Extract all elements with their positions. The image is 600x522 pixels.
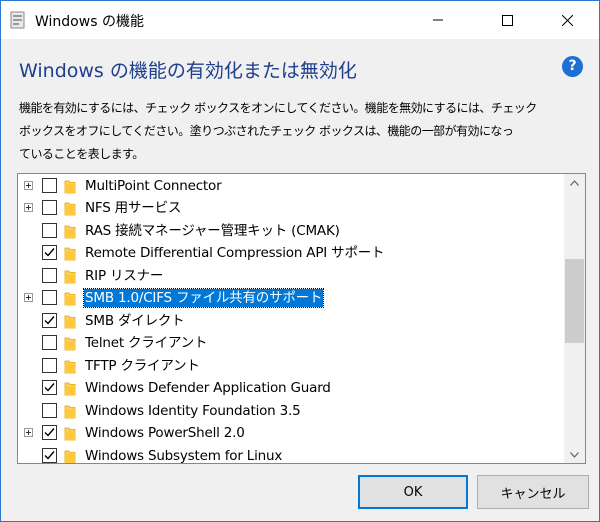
feature-label: Windows PowerShell 2.0	[85, 425, 245, 441]
feature-row[interactable]: Windows Identity Foundation 3.5	[18, 400, 564, 423]
feature-row[interactable]: RIP リスナー	[18, 265, 564, 288]
folder-icon	[64, 179, 76, 194]
feature-row[interactable]: NFS 用サービス	[18, 197, 564, 220]
folder-icon	[64, 224, 76, 239]
feature-checkbox[interactable]	[42, 290, 57, 305]
checkmark-icon	[44, 383, 55, 392]
feature-checkbox[interactable]	[42, 245, 57, 260]
description-line: 機能を有効にするには、チェック ボックスをオンにしてください。機能を無効にするに…	[19, 101, 537, 115]
maximize-icon	[501, 14, 513, 26]
feature-checkbox[interactable]	[42, 447, 57, 463]
scroll-up-button[interactable]	[564, 174, 585, 191]
expand-icon[interactable]	[24, 203, 33, 212]
feature-checkbox[interactable]	[42, 177, 57, 193]
close-button[interactable]	[544, 1, 590, 39]
feature-checkbox[interactable]	[42, 402, 57, 418]
title-bar[interactable]: Windows の機能	[1, 1, 599, 39]
feature-label: Windows Defender Application Guard	[85, 380, 331, 396]
feature-row[interactable]: Windows PowerShell 2.0	[18, 422, 564, 445]
minimize-icon	[433, 19, 443, 21]
feature-label: SMB ダイレクト	[85, 312, 185, 329]
close-icon	[561, 14, 573, 26]
feature-label: TFTP クライアント	[85, 357, 200, 374]
scroll-thumb[interactable]	[565, 259, 584, 343]
expand-icon[interactable]	[24, 428, 33, 437]
folder-icon	[64, 246, 76, 261]
app-icon	[10, 11, 25, 29]
maximize-button[interactable]	[484, 1, 530, 39]
feature-row[interactable]: Windows Subsystem for Linux	[18, 445, 564, 464]
windows-features-dialog: Windows の機能 Windows の機能の有効化または無効化 ? 機能を有…	[0, 0, 600, 522]
folder-icon	[64, 449, 76, 464]
description-line: ボックスをオフにしてください。塗りつぶされたチェック ボックスは、機能の一部が有…	[19, 124, 514, 138]
window-title: Windows の機能	[35, 14, 144, 30]
folder-icon	[64, 201, 76, 216]
description-line: ていることを表します。	[19, 147, 144, 161]
feature-checkbox[interactable]	[42, 335, 57, 350]
feature-checkbox[interactable]	[42, 425, 57, 440]
feature-row[interactable]: Telnet クライアント	[18, 332, 564, 355]
feature-label: Remote Differential Compression API サポート	[85, 245, 385, 261]
feature-row[interactable]: MultiPoint Connector	[18, 175, 564, 198]
folder-icon	[64, 269, 76, 284]
folder-icon	[64, 381, 76, 396]
feature-label: Windows Subsystem for Linux	[85, 447, 283, 464]
features-list: MultiPoint Connector NFS 用サービス RAS 接続マネージャ…	[18, 174, 564, 463]
checkmark-icon	[44, 315, 55, 325]
feature-row[interactable]: Windows Defender Application Guard	[18, 377, 564, 400]
features-tree[interactable]: MultiPoint Connector NFS 用サービス RAS 接続マネージャ…	[17, 173, 586, 464]
chevron-up-icon	[570, 179, 579, 186]
feature-checkbox[interactable]	[42, 380, 57, 395]
feature-label: Telnet クライアント	[85, 335, 208, 351]
scroll-down-button[interactable]	[564, 446, 585, 463]
feature-label: Windows Identity Foundation 3.5	[85, 402, 301, 419]
feature-row[interactable]: RAS 接続マネージャー管理キット (CMAK)	[18, 220, 564, 243]
feature-row[interactable]: SMB ダイレクト	[18, 310, 564, 333]
description: 機能を有効にするには、チェック ボックスをオンにしてください。機能を無効にするに…	[19, 97, 589, 166]
checkmark-icon	[44, 248, 55, 257]
checkmark-icon	[44, 450, 55, 460]
expand-icon[interactable]	[24, 180, 33, 190]
chevron-down-icon	[570, 451, 579, 458]
vertical-scrollbar[interactable]	[564, 174, 585, 463]
feature-row[interactable]: SMB 1.0/CIFS ファイル共有のサポート	[18, 287, 564, 310]
feature-row[interactable]: Remote Differential Compression API サポート	[18, 242, 564, 265]
folder-icon	[64, 404, 76, 419]
help-icon[interactable]: ?	[562, 56, 583, 77]
folder-icon	[64, 359, 76, 374]
feature-checkbox[interactable]	[42, 357, 57, 373]
feature-label: NFS 用サービス	[85, 200, 182, 216]
folder-icon	[64, 314, 76, 329]
feature-checkbox[interactable]	[42, 312, 57, 328]
folder-icon	[64, 336, 76, 351]
page-title: Windows の機能の有効化または無効化	[19, 60, 357, 82]
folder-icon	[64, 426, 76, 441]
feature-checkbox[interactable]	[42, 200, 57, 215]
feature-label: MultiPoint Connector	[85, 177, 222, 194]
checkmark-icon	[44, 428, 55, 437]
feature-label: RAS 接続マネージャー管理キット (CMAK)	[85, 222, 340, 239]
expand-icon[interactable]	[24, 293, 33, 302]
feature-row[interactable]: TFTP クライアント	[18, 355, 564, 378]
feature-checkbox[interactable]	[42, 267, 57, 283]
feature-label: RIP リスナー	[85, 267, 164, 284]
ok-button[interactable]: OK	[358, 475, 468, 509]
folder-icon	[64, 291, 76, 306]
cancel-button[interactable]: キャンセル	[477, 475, 589, 509]
feature-checkbox[interactable]	[42, 222, 57, 238]
minimize-button[interactable]	[415, 1, 461, 39]
feature-label: SMB 1.0/CIFS ファイル共有のサポート	[82, 288, 325, 308]
